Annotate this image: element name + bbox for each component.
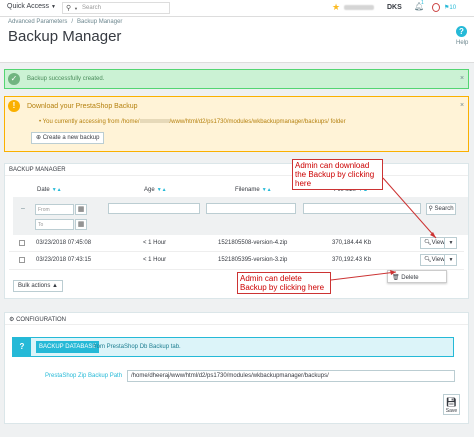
info-alert: ? BACKUP DATABASE from PrestaShop Db Bac…	[12, 337, 454, 357]
save-button[interactable]: 💾︎ Save	[443, 394, 460, 415]
save-label: Save	[445, 408, 458, 414]
backup-database-button[interactable]: BACKUP DATABASE	[36, 341, 100, 353]
delete-arrowhead	[390, 270, 396, 275]
gear-icon: ⚙	[9, 317, 15, 323]
floppy-icon: 💾︎	[445, 397, 458, 407]
delete-arrow	[330, 271, 397, 281]
info-icon: ?	[13, 338, 31, 356]
panel-heading: ⚙ CONFIGURATION	[5, 313, 468, 325]
zip-path-label: PrestaShop Zip Backup Path	[45, 373, 123, 379]
delete-annotation: Admin can delete Backup by clicking here	[237, 272, 331, 294]
configuration-panel: ⚙ CONFIGURATION	[4, 312, 469, 424]
zip-path-input[interactable]: /home/dheeraj/www/html/d2/ps1730/modules…	[127, 370, 455, 382]
config-heading-label: CONFIGURATION	[16, 317, 66, 323]
info-alert-text: from PrestaShop Db Backup tab.	[93, 344, 181, 350]
download-arrow	[382, 177, 437, 239]
